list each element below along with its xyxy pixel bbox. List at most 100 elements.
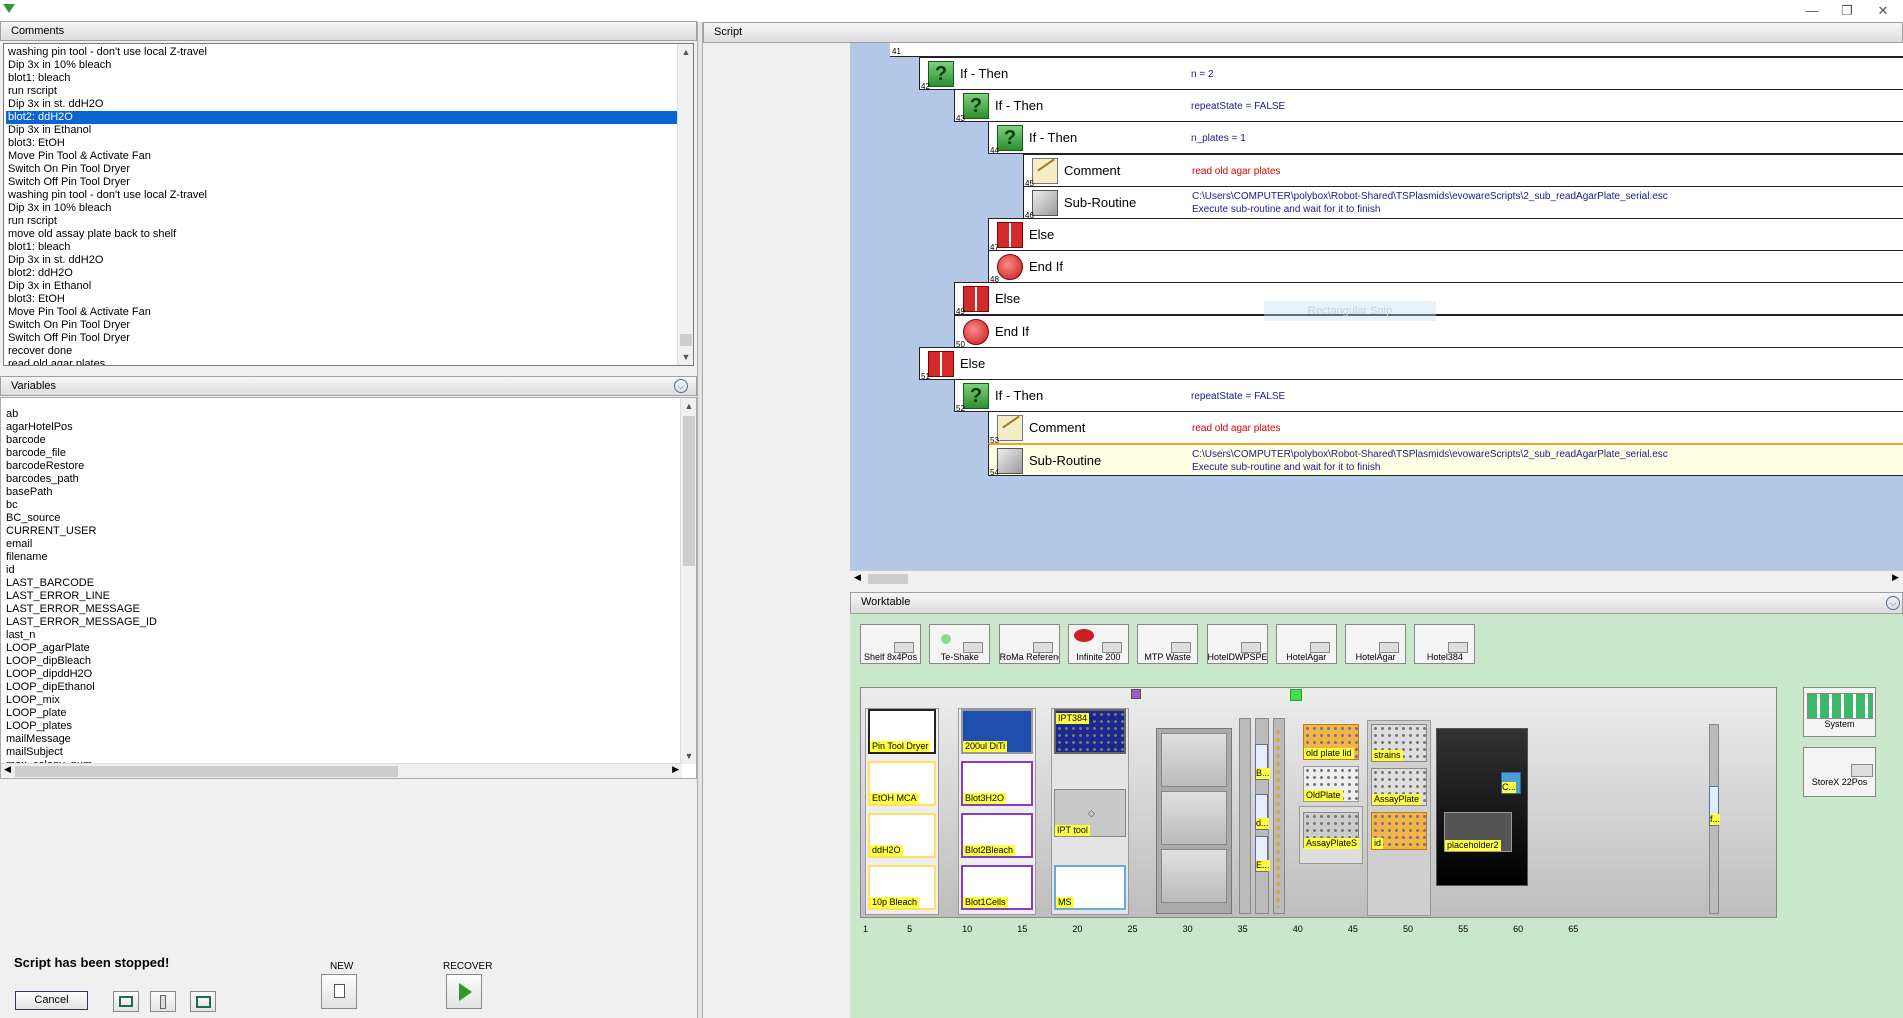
script-editor[interactable]: 41 ? 42 If - Then n = 2? 43 If - Then repeatSt…: [850, 43, 1903, 570]
variable-item[interactable]: LOOP_dipEthanol: [4, 681, 674, 694]
comment-item[interactable]: blot2: ddH2O: [6, 267, 677, 280]
device-system[interactable]: System: [1803, 687, 1876, 737]
scroll-up-icon[interactable]: ▲: [678, 44, 693, 60]
variable-item[interactable]: last_n: [4, 629, 674, 642]
script-step-44[interactable]: ? 44 If - Then n_plates = 1: [988, 121, 1903, 155]
script-step-43[interactable]: ? 43 If - Then repeatState = FALSE: [954, 89, 1903, 123]
labware-blot1[interactable]: Blot1Cells: [961, 865, 1033, 910]
variable-item[interactable]: LOOP_plates: [4, 720, 674, 733]
comment-item[interactable]: blot1: bleach: [6, 241, 677, 254]
labware-assayplate[interactable]: AssayPlate: [1371, 768, 1427, 806]
variable-item[interactable]: LAST_ERROR_LINE: [4, 590, 674, 603]
variable-item[interactable]: barcodes_path: [4, 473, 674, 486]
device-button[interactable]: Te-Shake: [929, 624, 991, 664]
variable-item[interactable]: CURRENT_USER: [4, 525, 674, 538]
variable-item[interactable]: email: [4, 538, 674, 551]
labware-10p-bleach[interactable]: 10p Bleach: [868, 865, 936, 910]
labware-id[interactable]: id: [1371, 812, 1427, 850]
variable-item[interactable]: barcode_file: [4, 447, 674, 460]
labware-ipt384[interactable]: IPT384: [1054, 709, 1126, 754]
variable-item[interactable]: LAST_ERROR_MESSAGE_ID: [4, 616, 674, 629]
device-button[interactable]: MTP Waste: [1137, 624, 1199, 664]
device-button[interactable]: Shelf 8x4Pos: [860, 624, 921, 664]
labware-placeholder2[interactable]: placeholder2: [1444, 812, 1512, 852]
labware-e[interactable]: E...: [1255, 836, 1270, 872]
comment-item[interactable]: Dip 3x in Ethanol: [6, 124, 677, 137]
labware-oldplate[interactable]: OldPlate: [1303, 766, 1359, 802]
script-step-42[interactable]: ? 42 If - Then n = 2: [919, 57, 1903, 91]
variable-item[interactable]: filename: [4, 551, 674, 564]
script-hscroll-thumb[interactable]: [868, 574, 908, 584]
script-step-52[interactable]: ? 52 If - Then repeatState = FALSE: [954, 379, 1903, 413]
collapse-icon[interactable]: ⌵: [1886, 596, 1900, 610]
labware-etoh[interactable]: EtOH MCA: [868, 761, 936, 806]
comment-item[interactable]: blot3: EtOH: [6, 137, 677, 150]
scroll-left-icon[interactable]: ◀: [4, 764, 11, 775]
comments-list[interactable]: washing pin tool - don't use local Z-tra…: [3, 43, 694, 366]
variable-item[interactable]: id: [4, 564, 674, 577]
comments-scroll-thumb[interactable]: [680, 334, 692, 346]
script-step-54[interactable]: 54 Sub-Routine C:\Users\COMPUTER\polybox\R…: [988, 443, 1903, 477]
comment-item[interactable]: move old assay plate back to shelf: [6, 228, 677, 241]
scroll-up-icon[interactable]: ▲: [681, 398, 696, 414]
comment-item[interactable]: Switch On Pin Tool Dryer: [6, 163, 677, 176]
variable-item[interactable]: LOOP_agarPlate: [4, 642, 674, 655]
minimize-button[interactable]: —: [1797, 2, 1827, 20]
variable-item[interactable]: mailSubject: [4, 746, 674, 759]
variables-scrollbar[interactable]: ▲ ▼: [680, 398, 696, 764]
variable-item[interactable]: barcodeRestore: [4, 460, 674, 473]
labware-strains[interactable]: strains: [1371, 724, 1427, 762]
close-button[interactable]: ✕: [1868, 2, 1898, 20]
pipette-button[interactable]: [150, 991, 176, 1012]
variable-item[interactable]: barcode: [4, 434, 674, 447]
variable-item[interactable]: LAST_ERROR_MESSAGE: [4, 603, 674, 616]
comment-item[interactable]: Dip 3x in st. ddH2O: [6, 98, 677, 111]
comment-item[interactable]: Move Pin Tool & Activate Fan: [6, 150, 677, 163]
fit-view-button[interactable]: [113, 991, 139, 1012]
recover-button[interactable]: [446, 974, 482, 1009]
scroll-down-icon[interactable]: ▼: [678, 349, 693, 365]
labware-blot3[interactable]: Blot3H2O: [961, 761, 1033, 806]
variable-item[interactable]: ab: [4, 408, 674, 421]
variable-item[interactable]: LOOP_dipddH2O: [4, 668, 674, 681]
labware-ipt-tool[interactable]: ◇ IPT tool: [1054, 789, 1126, 837]
cancel-button[interactable]: Cancel: [15, 991, 88, 1010]
variable-item[interactable]: mailMessage: [4, 733, 674, 746]
device-button[interactable]: HotelDWPSPE...: [1206, 624, 1268, 664]
labware-b[interactable]: B...: [1255, 744, 1270, 780]
variable-item[interactable]: LAST_BARCODE: [4, 577, 674, 590]
variable-item[interactable]: LOOP_dipBleach: [4, 655, 674, 668]
labware-diti[interactable]: 200ul DiTi: [961, 709, 1033, 754]
scroll-down-icon[interactable]: ▼: [681, 748, 696, 764]
labware-pin-tool-dryer[interactable]: Pin Tool Dryer: [868, 709, 936, 754]
device-button[interactable]: HotelAgar: [1275, 624, 1337, 664]
device-storex[interactable]: StoreX 22Pos: [1803, 747, 1876, 797]
variables-hscroll-thumb[interactable]: [15, 766, 398, 777]
app-menu-icon[interactable]: [3, 4, 15, 13]
comment-item[interactable]: read old agar plates: [6, 358, 677, 365]
labware-f[interactable]: f...: [1709, 786, 1721, 826]
variable-item[interactable]: BC_source: [4, 512, 674, 525]
comments-scrollbar[interactable]: ▲ ▼: [677, 44, 693, 365]
comment-item[interactable]: Dip 3x in Ethanol: [6, 280, 677, 293]
script-step-45[interactable]: 45 Comment read old agar plates: [1023, 153, 1903, 188]
log-button[interactable]: [190, 991, 216, 1012]
script-step-41[interactable]: 41: [890, 43, 1903, 57]
variables-list[interactable]: ab agarHotelPos barcode barcode_file barcode…: [0, 397, 697, 779]
new-button[interactable]: [321, 974, 357, 1009]
variable-item[interactable]: basePath: [4, 486, 674, 499]
vertical-splitter[interactable]: [697, 22, 703, 1018]
script-step-46[interactable]: 46 Sub-Routine C:\Users\COMPUTER\polybox\R…: [1023, 185, 1903, 220]
comment-item[interactable]: Switch Off Pin Tool Dryer: [6, 176, 677, 189]
scroll-left-icon[interactable]: ◀: [854, 572, 861, 583]
device-button[interactable]: Infinite 200: [1067, 624, 1129, 664]
variables-scroll-thumb[interactable]: [683, 416, 695, 566]
comment-item[interactable]: Dip 3x in 10% bleach: [6, 59, 677, 72]
comment-item[interactable]: blot2: ddH2O: [6, 111, 677, 124]
labware-c[interactable]: C...: [1501, 772, 1521, 794]
script-step-53[interactable]: 53 Comment read old agar plates: [988, 411, 1903, 445]
worktable-view[interactable]: Shelf 8x4Pos Te-Shake RoMa Referenc... Infi…: [850, 614, 1903, 1018]
variables-hscrollbar[interactable]: ◀ ▶: [1, 763, 682, 778]
labware-assayplates[interactable]: AssayPlateS: [1303, 812, 1360, 849]
comment-item[interactable]: Dip 3x in st. ddH2O: [6, 254, 677, 267]
